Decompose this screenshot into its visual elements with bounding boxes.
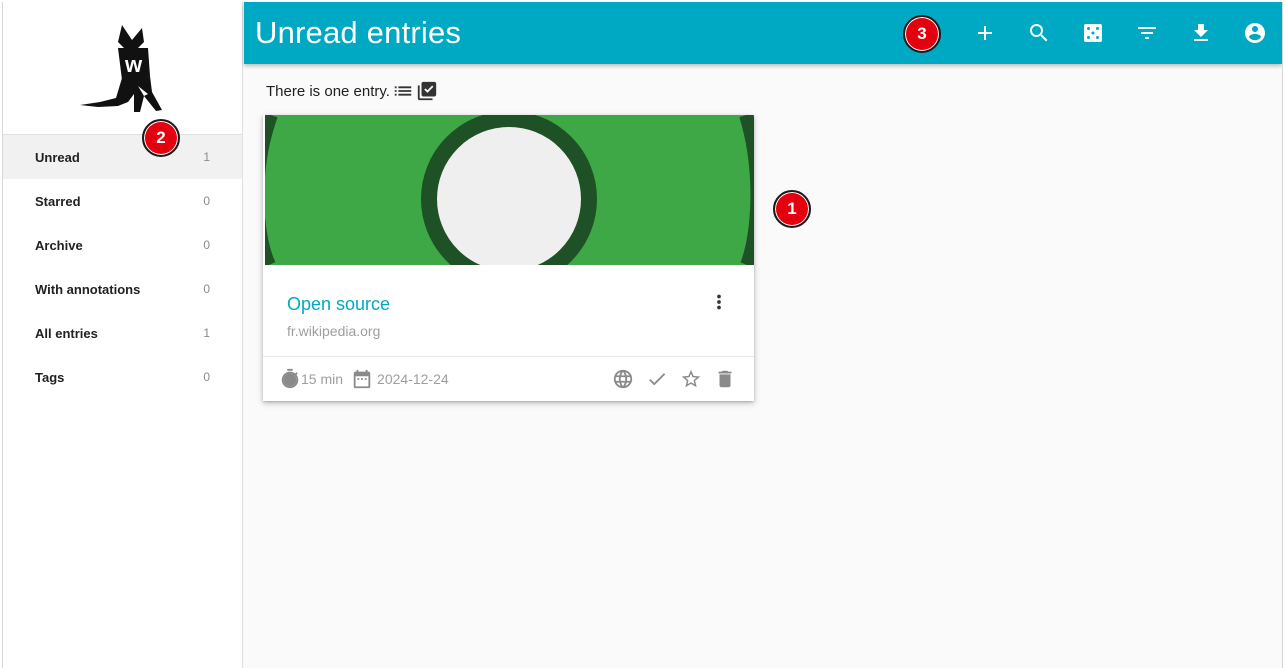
entry-preview-image[interactable] <box>263 115 754 265</box>
sidebar-item-count: 0 <box>203 370 210 384</box>
sidebar-nav: Unread 1 Starred 0 Archive 0 With annota… <box>3 135 242 399</box>
star-button[interactable] <box>674 368 708 390</box>
mass-select-icon[interactable] <box>416 80 438 102</box>
entry-domain: fr.wikipedia.org <box>287 323 381 339</box>
marker-2: 2 <box>142 119 180 157</box>
globe-icon <box>613 369 633 389</box>
sidebar-item-label: All entries <box>35 325 98 341</box>
top-bar: Unread entries <box>244 2 1282 64</box>
search-icon <box>1030 24 1048 42</box>
toolbar <box>958 2 1282 64</box>
dice-icon <box>1084 24 1102 42</box>
entry-menu-button[interactable] <box>708 291 730 318</box>
app-window: w Unread 1 Starred 0 Archive 0 With anno… <box>2 2 1283 668</box>
card-title-row: Open source <box>287 291 730 318</box>
entry-title-link[interactable]: Open source <box>287 294 390 315</box>
logo[interactable]: w <box>3 2 242 135</box>
entry-card: Open source fr.wikipedia.org 15 min 2024… <box>263 115 754 401</box>
main-content: There is one entry. Open source fr.wikip… <box>244 64 1282 668</box>
sidebar-item-label: With annotations <box>35 281 141 297</box>
sidebar-item-starred[interactable]: Starred 0 <box>3 179 242 223</box>
reading-time-text: 15 min <box>301 371 344 387</box>
entry-actions <box>606 368 742 390</box>
sidebar-item-count: 1 <box>203 326 210 340</box>
search-button[interactable] <box>1012 2 1066 64</box>
random-entry-button[interactable] <box>1066 2 1120 64</box>
sidebar-item-unread[interactable]: Unread 1 <box>3 135 242 179</box>
sidebar-item-archive[interactable]: Archive 0 <box>3 223 242 267</box>
sidebar-item-count: 0 <box>203 194 210 208</box>
entry-action-bar: 15 min 2024-12-24 <box>263 356 754 401</box>
timer-icon <box>281 368 299 389</box>
filter-button[interactable] <box>1120 2 1174 64</box>
sidebar-item-label: Archive <box>35 237 83 253</box>
more-vert-icon <box>717 294 721 310</box>
marker-1: 1 <box>773 190 811 228</box>
sidebar-item-count: 1 <box>203 150 210 164</box>
entry-date: 2024-12-24 <box>351 368 449 390</box>
sidebar-item-with-annotations[interactable]: With annotations 0 <box>3 267 242 311</box>
download-icon <box>1194 24 1208 41</box>
list-view-icon[interactable] <box>392 80 414 102</box>
star-outline-icon <box>681 369 701 388</box>
trash-icon <box>718 370 732 388</box>
sidebar-item-tags[interactable]: Tags 0 <box>3 355 242 399</box>
entry-date-text: 2024-12-24 <box>377 371 449 387</box>
check-icon <box>649 373 666 386</box>
wallabag-logo-icon: w <box>79 25 162 112</box>
page-title: Unread entries <box>255 15 462 50</box>
view-original-button[interactable] <box>606 368 640 390</box>
entry-count-row: There is one entry. <box>266 80 438 102</box>
sidebar: w Unread 1 Starred 0 Archive 0 With anno… <box>3 2 243 668</box>
sidebar-item-count: 0 <box>203 282 210 296</box>
svg-text:w: w <box>124 52 143 77</box>
export-button[interactable] <box>1174 2 1228 64</box>
calendar-icon <box>353 369 371 389</box>
entry-count-text: There is one entry. <box>266 82 390 100</box>
marker-3: 3 <box>903 15 941 53</box>
plus-icon <box>978 26 992 40</box>
delete-button[interactable] <box>708 368 742 390</box>
mark-as-read-button[interactable] <box>640 368 674 390</box>
account-circle-icon <box>1245 23 1265 43</box>
sidebar-item-label: Starred <box>35 193 81 209</box>
sidebar-item-label: Unread <box>35 149 80 165</box>
sidebar-item-count: 0 <box>203 238 210 252</box>
sidebar-item-all-entries[interactable]: All entries 1 <box>3 311 242 355</box>
sidebar-item-label: Tags <box>35 369 65 385</box>
reading-time: 15 min <box>279 368 343 390</box>
account-button[interactable] <box>1228 2 1282 64</box>
add-entry-button[interactable] <box>958 2 1012 64</box>
filter-icon <box>1138 27 1156 39</box>
